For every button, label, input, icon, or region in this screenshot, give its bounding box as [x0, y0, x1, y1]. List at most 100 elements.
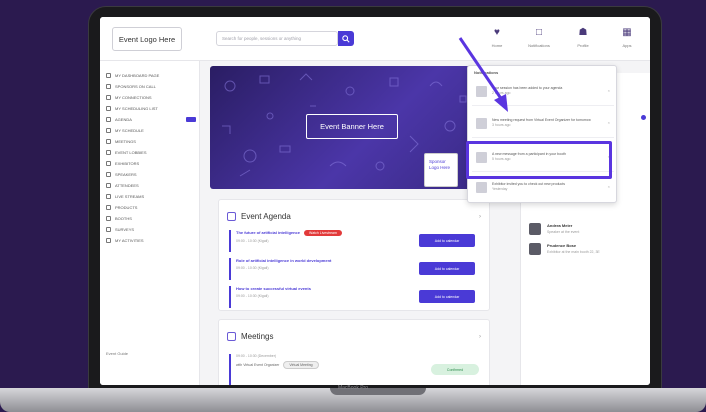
nav-notifications-label: Notifications: [528, 43, 550, 48]
sponsor-logo[interactable]: Sponsor Logo Here: [424, 153, 458, 187]
nav-notifications[interactable]: □ Notifications: [522, 27, 556, 48]
livestream-badge[interactable]: Watch Livestream: [304, 230, 342, 236]
sidebar-item-label: SPEAKERS: [115, 171, 137, 177]
profile-icon: ☗: [578, 27, 588, 38]
sidebar-item[interactable]: SURVEYS: [106, 225, 134, 233]
calendar-icon: [227, 212, 236, 221]
sidebar: MY DASHBOARD PAGE SPONSORS ON CALL MY CO…: [100, 61, 200, 385]
unread-dot: [641, 115, 646, 120]
agenda-item-title: The future of artificial intelligence: [236, 230, 301, 235]
chevron-right-icon[interactable]: ›: [479, 214, 481, 220]
notification-item[interactable]: Your session has been added to your agen…: [472, 80, 614, 106]
add-to-calendar-button[interactable]: Add to calendar: [419, 290, 475, 303]
menu-item-icon: [106, 72, 111, 78]
sidebar-item[interactable]: MY CONNECTIONS: [106, 93, 152, 101]
avatar: [529, 223, 541, 235]
person-item[interactable]: Prudence Bose Exhibitor at the main booth…: [529, 243, 600, 261]
sidebar-item-label: PRODUCTS: [115, 204, 138, 210]
meeting-status-badge: Confirmed: [431, 364, 479, 375]
sidebar-item-label: MY SCHEDULING LIST: [115, 105, 158, 111]
menu-item-icon: [106, 226, 111, 232]
chevron-right-icon[interactable]: ›: [479, 334, 481, 340]
sidebar-badge: [186, 117, 196, 122]
search-input[interactable]: Search for people, sessions or anything: [216, 31, 338, 46]
sidebar-item[interactable]: BOOTHS: [106, 214, 132, 222]
sidebar-item-label: MY SCHEDULE: [115, 127, 144, 133]
agenda-title-text: Event Agenda: [241, 212, 291, 221]
sidebar-item-label: MY DASHBOARD PAGE: [115, 72, 160, 78]
notification-thumbnail: [476, 86, 487, 97]
agenda-title: Event Agenda: [227, 212, 291, 221]
sidebar-item[interactable]: EVENT LOBBIES: [106, 148, 147, 156]
add-to-calendar-button[interactable]: Add to calendar: [419, 262, 475, 275]
sidebar-item[interactable]: SPONSORS ON CALL: [106, 82, 156, 90]
person-role: Exhibitor at the main booth 22, 3E: [547, 250, 600, 254]
sidebar-footer[interactable]: Event Guide: [106, 351, 128, 356]
menu-item-icon: [106, 149, 111, 155]
menu-item-icon: [106, 83, 111, 89]
notification-time: 3 hours ago: [492, 123, 511, 127]
nav-home[interactable]: ♥ Home: [480, 27, 514, 48]
sidebar-item[interactable]: MY SCHEDULING LIST: [106, 104, 158, 112]
sidebar-item[interactable]: MY SCHEDULE: [106, 126, 144, 134]
sidebar-item[interactable]: ATTENDEES: [106, 181, 139, 189]
person-role: Speaker at the event: [547, 230, 580, 234]
laptop-label: MacBook Pro: [337, 385, 368, 391]
sidebar-item[interactable]: PRODUCTS: [106, 203, 137, 211]
nav-apps-label: Apps: [622, 43, 632, 48]
menu-item-icon: [106, 182, 111, 188]
menu-item-icon: [106, 193, 111, 199]
notifications-dropdown: Notifications Your session has been adde…: [467, 65, 617, 203]
sidebar-item[interactable]: SPEAKERS: [106, 170, 137, 178]
nav-profile-label: Profile: [577, 43, 589, 48]
home-icon: ♥: [494, 27, 500, 38]
person-item[interactable]: Andrea Meier Speaker at the event: [529, 223, 579, 241]
highlight-box: [466, 141, 612, 179]
sidebar-item[interactable]: MY ACTIVITIES: [106, 236, 144, 244]
notification-item[interactable]: Exhibitor invited you to check out new p…: [472, 176, 614, 202]
sidebar-item[interactable]: LIVE STREAMS: [106, 192, 144, 200]
notifications-icon: □: [535, 27, 543, 38]
sidebar-item-label: ATTENDEES: [115, 182, 139, 188]
nav-home-label: Home: [491, 43, 503, 48]
notification-time: 2 hours ago: [492, 91, 511, 95]
meeting-item[interactable]: 09:00 - 10:30 (December) with Virtual Ev…: [229, 354, 479, 385]
menu-item-icon: [106, 204, 111, 210]
meetings-title: Meetings: [227, 332, 273, 341]
notification-thumbnail: [476, 182, 487, 193]
notification-item[interactable]: New meeting request from Virtual Event O…: [472, 112, 614, 138]
sidebar-item-label: LIVE STREAMS: [115, 193, 145, 199]
close-icon[interactable]: ×: [608, 120, 610, 125]
meeting-with: with Virtual Event Organizer: [236, 363, 280, 367]
person-name: Prudence Bose: [547, 243, 577, 248]
meeting-type-chip: Virtual Meeting: [283, 361, 319, 369]
laptop-screen: Event Logo Here Search for people, sessi…: [100, 17, 650, 385]
menu-item-icon: [106, 171, 111, 177]
sidebar-item[interactable]: MY DASHBOARD PAGE: [106, 71, 159, 79]
calendar-icon: [227, 332, 236, 341]
add-to-calendar-button[interactable]: Add to calendar: [419, 234, 475, 247]
notification-text: Your session has been added to your agen…: [492, 86, 563, 90]
event-logo[interactable]: Event Logo Here: [112, 27, 182, 51]
menu-item-icon: [106, 94, 111, 100]
menu-item-icon: [106, 116, 111, 122]
search-icon: [342, 34, 350, 43]
banner-title: Event Banner Here: [306, 114, 398, 139]
person-name: Andrea Meier: [547, 223, 573, 228]
nav-apps[interactable]: ▦ Apps: [610, 27, 644, 48]
menu-item-icon: [106, 105, 111, 111]
close-icon[interactable]: ×: [608, 184, 610, 189]
meetings-card: Meetings › 09:00 - 10:30 (December) with…: [218, 319, 490, 385]
search-button[interactable]: [338, 31, 354, 46]
meetings-title-text: Meetings: [241, 332, 274, 341]
sidebar-item-label: AGENDA: [115, 116, 132, 122]
notification-thumbnail: [476, 118, 487, 129]
sidebar-item[interactable]: MEETINGS: [106, 137, 136, 145]
sidebar-item[interactable]: AGENDA: [106, 115, 132, 123]
nav-profile[interactable]: ☗ Profile: [566, 27, 600, 48]
menu-item-icon: [106, 127, 111, 133]
top-bar: Event Logo Here Search for people, sessi…: [100, 17, 650, 61]
close-icon[interactable]: ×: [608, 88, 610, 93]
sidebar-item[interactable]: EXHIBITORS: [106, 159, 139, 167]
menu-item-icon: [106, 237, 111, 243]
